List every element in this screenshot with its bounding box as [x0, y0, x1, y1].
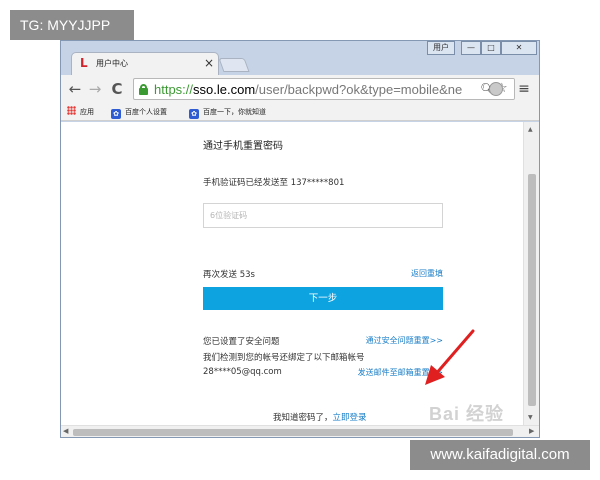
- url-text[interactable]: https://sso.le.com/user/backpwd?ok&type=…: [154, 81, 462, 98]
- bookmark-baidu-settings[interactable]: ✿ 百度个人设置: [111, 105, 167, 119]
- address-bar[interactable]: https://sso.le.com/user/backpwd?ok&type=…: [133, 78, 515, 100]
- scroll-right-icon[interactable]: ▶: [529, 427, 534, 435]
- minimize-button[interactable]: —: [461, 41, 481, 55]
- globe-icon[interactable]: [489, 82, 503, 96]
- horizontal-scroll-thumb[interactable]: [73, 429, 513, 436]
- profile-button[interactable]: 用户: [427, 41, 455, 55]
- bookmarks-bar: 应用 ✿ 百度个人设置 ✿ 百度一下，你就知道: [61, 103, 539, 121]
- scroll-left-icon[interactable]: ◀: [63, 427, 68, 435]
- code-sent-message: 手机验证码已经发送至 137*****801: [203, 178, 345, 188]
- apps-icon: [67, 106, 76, 115]
- browser-toolbar: ← → C https://sso.le.com/user/backpwd?ok…: [61, 75, 539, 103]
- know-password-text: 我知道密码了，: [273, 413, 333, 423]
- vertical-scrollbar[interactable]: ▲ ▼: [523, 122, 539, 425]
- baidu-jingyan-watermark: Bai 经验: [429, 404, 505, 424]
- resend-countdown: 再次发送 53s: [203, 270, 255, 280]
- bound-email: 28****05@qq.com: [203, 367, 282, 377]
- baidu-paw-icon: ✿: [111, 109, 121, 119]
- lock-icon: [139, 84, 148, 95]
- back-reset-link[interactable]: 返回重填: [406, 268, 443, 279]
- know-password-line: 我知道密码了，立即登录: [273, 411, 367, 423]
- scroll-down-icon[interactable]: ▼: [528, 414, 533, 421]
- scroll-up-icon[interactable]: ▲: [528, 126, 533, 133]
- close-window-button[interactable]: ✕: [501, 41, 537, 55]
- screenshot: TG: MYYJJPP L 用户中心 × 用户 — □ ✕ ← → C http…: [0, 0, 600, 480]
- vertical-scroll-thumb[interactable]: [528, 174, 536, 406]
- title-bar: L 用户中心 × 用户 — □ ✕: [61, 41, 539, 75]
- overlay-tag-label: TG: MYYJJPP: [10, 10, 134, 40]
- back-arrow-icon[interactable]: ←: [67, 80, 83, 98]
- horizontal-scrollbar[interactable]: ◀ ▶: [61, 425, 539, 437]
- menu-icon[interactable]: ≡: [517, 80, 531, 98]
- forward-arrow-icon[interactable]: →: [87, 80, 103, 98]
- tab-user-center[interactable]: L 用户中心 ×: [71, 52, 219, 75]
- bookmark-apps[interactable]: 应用: [67, 105, 94, 119]
- red-arrow-annotation: [425, 329, 475, 385]
- browser-window: L 用户中心 × 用户 — □ ✕ ← → C https://sso.le.c…: [60, 40, 540, 438]
- verification-code-input[interactable]: [203, 203, 443, 228]
- baidu-paw-icon: ✿: [189, 109, 199, 119]
- next-step-button[interactable]: 下一步: [203, 287, 443, 310]
- page-title: 通过手机重置密码: [203, 141, 283, 152]
- tab-close-icon[interactable]: ×: [204, 56, 214, 70]
- overlay-site-label: www.kaifadigital.com: [410, 440, 590, 470]
- bookmark-baidu-search[interactable]: ✿ 百度一下，你就知道: [189, 105, 266, 119]
- reload-icon[interactable]: C: [109, 80, 125, 98]
- new-tab-button[interactable]: [218, 58, 250, 72]
- security-question-text: 您已设置了安全问题: [203, 337, 280, 347]
- tab-title: 用户中心: [96, 59, 128, 68]
- login-now-link[interactable]: 立即登录: [333, 413, 367, 423]
- email-detected-text: 我们检测到您的帐号还绑定了以下邮箱帐号: [203, 353, 365, 363]
- page-content: 通过手机重置密码 手机验证码已经发送至 137*****801 再次发送 53s…: [61, 122, 539, 425]
- letv-logo-icon: L: [80, 56, 88, 70]
- maximize-button[interactable]: □: [481, 41, 501, 55]
